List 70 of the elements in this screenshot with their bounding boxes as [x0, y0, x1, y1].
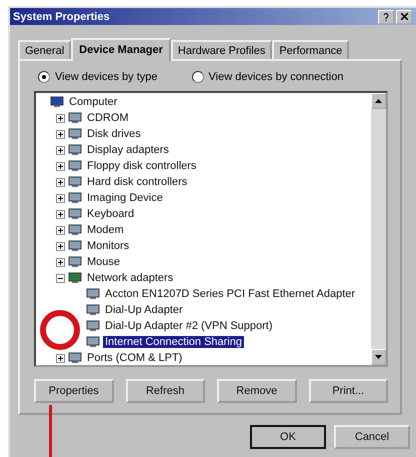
radio-icon[interactable] — [38, 71, 50, 83]
tree-item[interactable]: Hard disk controllers — [85, 176, 190, 188]
tree-item[interactable]: Accton EN1207D Series PCI Fast Ethernet Adapter — [103, 288, 358, 300]
dialog-button[interactable]: OK — [250, 425, 326, 449]
tree-item[interactable]: Imaging Device — [85, 192, 165, 204]
dialog-button[interactable]: Cancel — [334, 425, 410, 449]
device-icon — [86, 336, 100, 348]
tree-item[interactable]: Monitors — [85, 240, 132, 252]
tree-item[interactable]: Floppy disk controllers — [85, 160, 198, 172]
leader-line — [49, 405, 52, 457]
tree-item[interactable]: Network adapters — [85, 272, 176, 284]
action-button[interactable]: Print... — [308, 379, 388, 403]
minus-icon[interactable] — [56, 274, 65, 282]
radio-option[interactable]: View devices by connection — [192, 71, 344, 83]
radio-option[interactable]: View devices by type — [38, 71, 158, 83]
tree-item[interactable]: Computer — [67, 96, 120, 108]
window-title: System Properties — [13, 10, 110, 22]
plus-icon[interactable] — [56, 354, 65, 362]
device-icon — [68, 240, 82, 252]
plus-icon[interactable] — [56, 258, 65, 266]
plus-icon[interactable] — [56, 162, 65, 170]
tree-item[interactable]: Dial-Up Adapter — [103, 304, 185, 316]
plus-icon[interactable] — [56, 178, 65, 186]
highlight-circle — [40, 310, 80, 350]
device-icon — [68, 192, 82, 204]
tab[interactable]: Hardware Profiles — [170, 40, 272, 59]
down-arrow-icon — [375, 355, 382, 359]
plus-icon[interactable] — [56, 130, 65, 138]
close-button[interactable] — [396, 10, 412, 24]
up-arrow-icon — [375, 99, 382, 103]
plus-icon[interactable] — [56, 226, 65, 234]
device-icon — [68, 160, 82, 172]
tree-item[interactable]: Modem — [85, 224, 126, 236]
action-button[interactable]: Properties — [34, 379, 114, 403]
device-icon — [68, 256, 82, 268]
tree-item[interactable]: Dial-Up Adapter #2 (VPN Support) — [103, 320, 275, 332]
help-icon — [383, 12, 389, 20]
device-icon — [86, 288, 100, 300]
plus-icon[interactable] — [56, 114, 65, 122]
plus-icon[interactable] — [56, 242, 65, 250]
tab[interactable]: General — [18, 40, 72, 59]
device-icon — [68, 144, 82, 156]
device-icon — [68, 176, 82, 188]
device-icon — [86, 304, 100, 316]
radio-icon[interactable] — [192, 71, 204, 83]
tree-item[interactable]: Mouse — [85, 256, 122, 268]
scrollbar[interactable] — [371, 93, 386, 365]
device-icon — [68, 224, 82, 236]
tree-item[interactable]: Display adapters — [85, 144, 171, 156]
device-icon — [68, 208, 82, 220]
tab[interactable]: Performance — [272, 40, 350, 59]
tree-item[interactable]: Internet Connection Sharing — [103, 336, 244, 348]
tree-item[interactable]: Disk drives — [85, 128, 143, 140]
device-icon — [68, 112, 82, 124]
tree-item[interactable]: CDROM — [85, 112, 131, 124]
plus-icon[interactable] — [56, 146, 65, 154]
tree-item[interactable]: Keyboard — [85, 208, 136, 220]
help-button[interactable] — [378, 10, 394, 24]
device-icon — [50, 96, 64, 108]
plus-icon[interactable] — [56, 194, 65, 202]
plus-icon[interactable] — [56, 210, 65, 218]
action-button[interactable]: Refresh — [126, 379, 205, 403]
device-icon — [68, 352, 82, 364]
tree-item[interactable]: Ports (COM & LPT) — [85, 352, 184, 364]
device-icon — [86, 320, 100, 332]
tab[interactable]: Device Manager — [71, 38, 171, 61]
device-icon — [68, 128, 82, 140]
close-icon — [400, 13, 408, 20]
device-icon — [68, 272, 82, 284]
action-button[interactable]: Remove — [217, 379, 296, 403]
